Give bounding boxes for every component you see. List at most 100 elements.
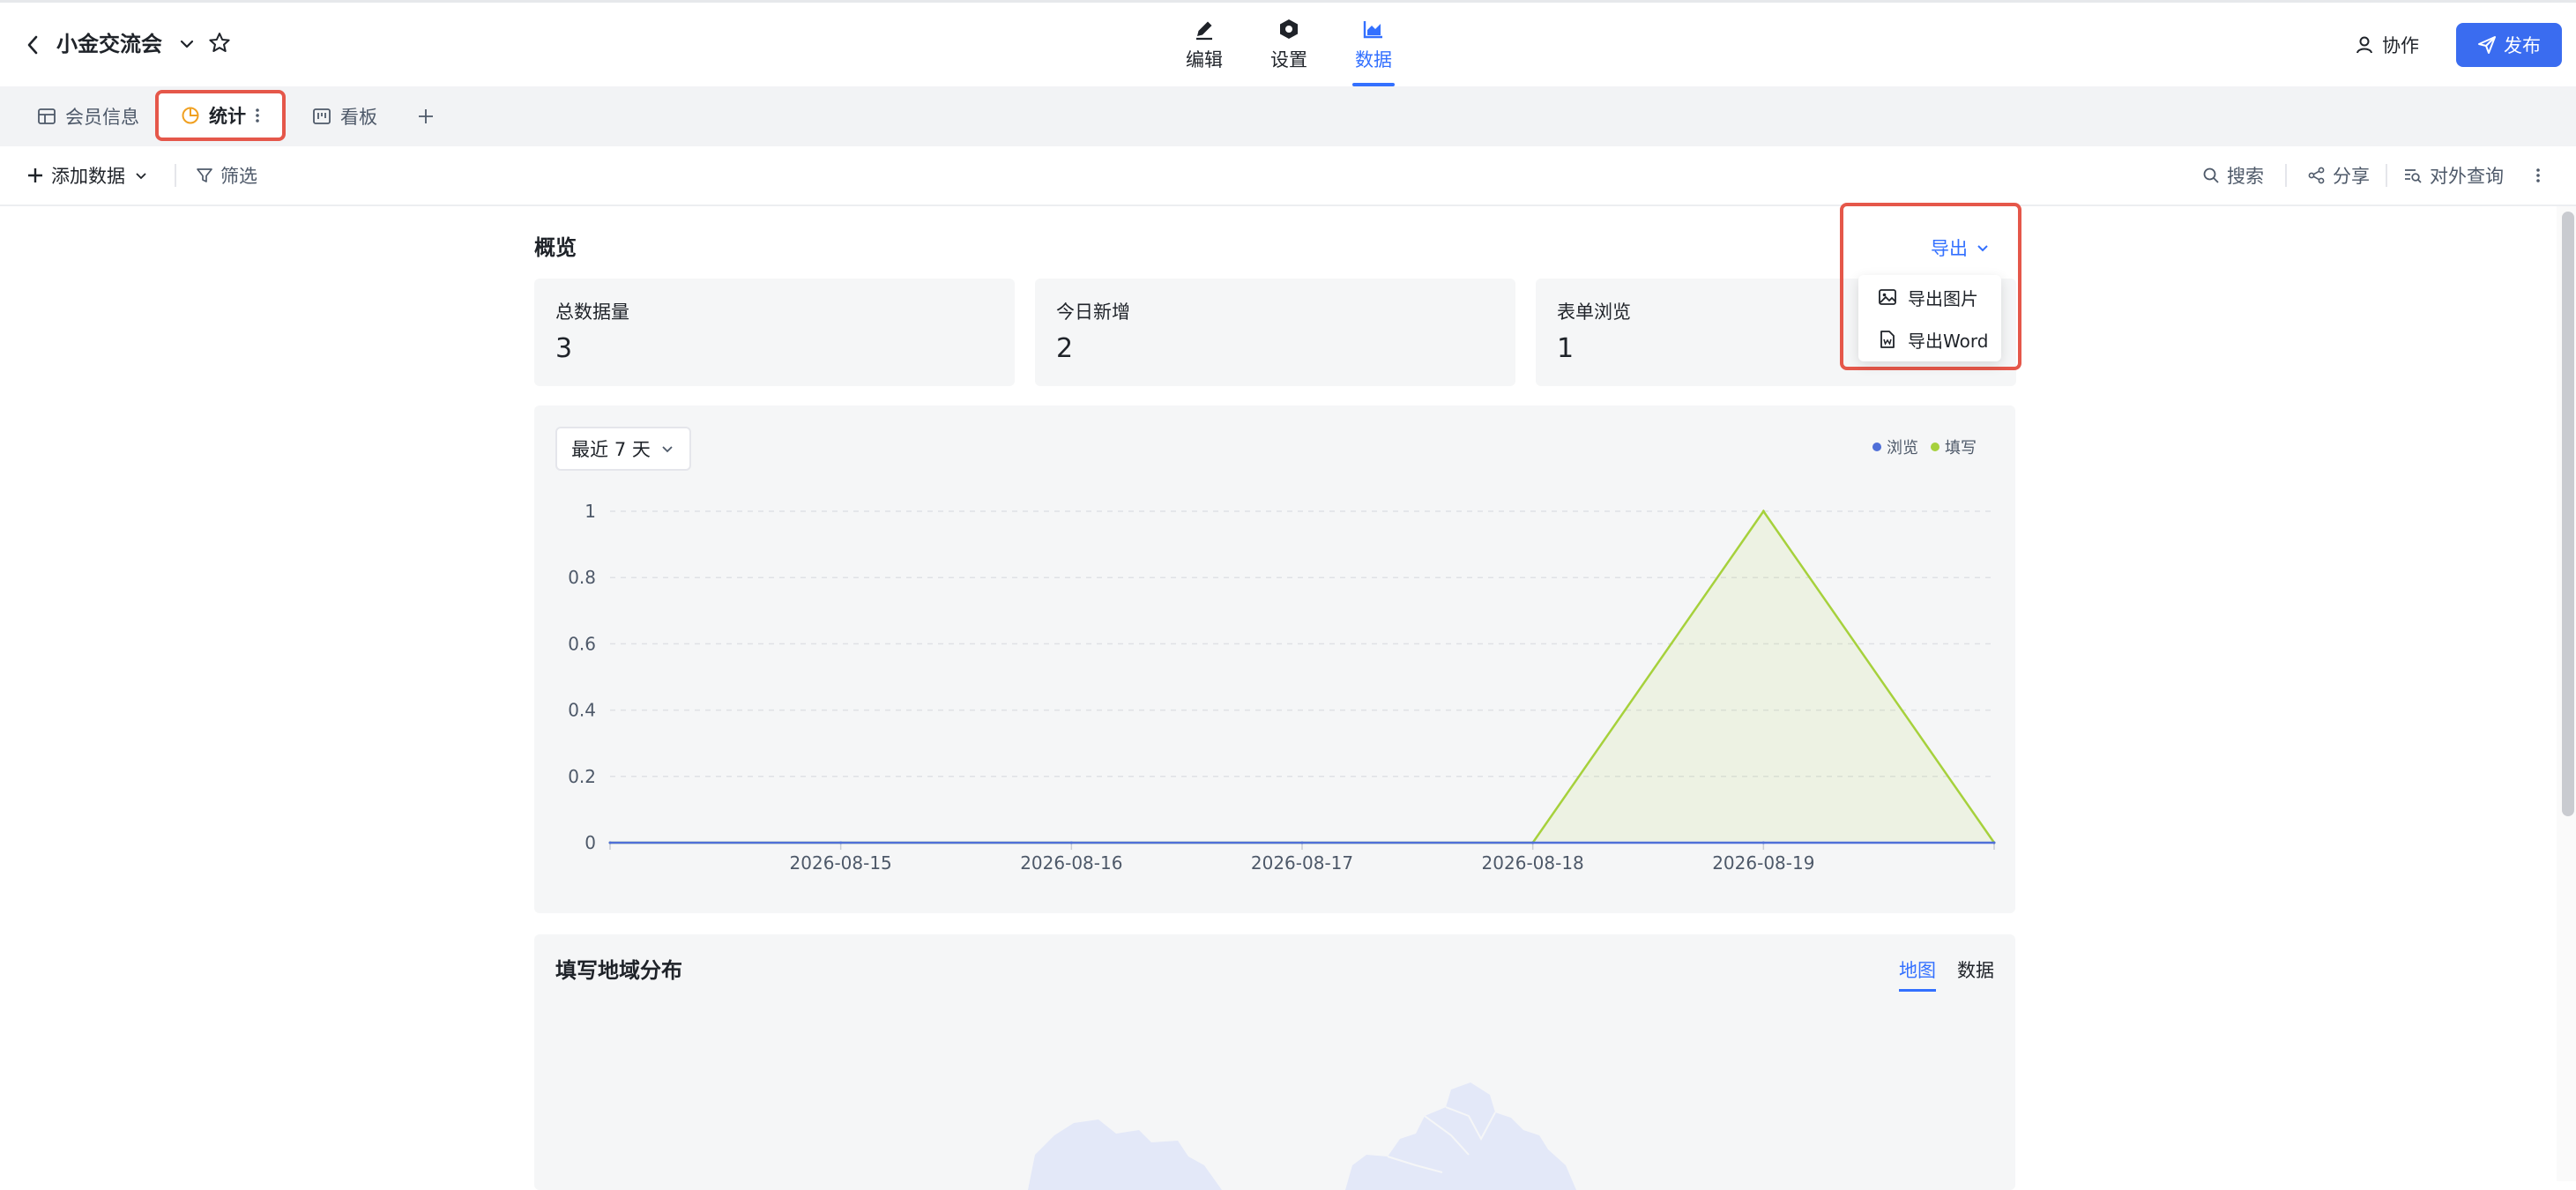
y-tick-label: 1	[584, 501, 596, 522]
export-word-item[interactable]: 导出Word	[1858, 319, 2001, 360]
chevron-down-icon	[1975, 240, 1991, 256]
x-tick-label: 2026-08-18	[1482, 852, 1584, 874]
legend-dot	[1931, 443, 1939, 451]
export-dropdown-menu: 导出图片 导出Word	[1858, 275, 2001, 361]
map-tab-data[interactable]: 数据	[1957, 956, 1994, 985]
view-tab-label: 看板	[340, 107, 377, 128]
chevron-down-icon	[659, 441, 675, 457]
title-chevron-down-icon[interactable]	[175, 32, 199, 56]
overview-title: 概览	[534, 235, 577, 260]
user-icon	[2356, 35, 2375, 55]
kanban-icon	[312, 107, 331, 126]
trend-line-chart: 0 0.2 0.4 0.6 0.8 1 2026-08-15 2026-08-16 2026-0…	[568, 501, 1996, 874]
view-tab-kanban[interactable]: 看板	[312, 86, 377, 146]
series-area	[610, 511, 1994, 843]
collaborate-label: 协作	[2382, 35, 2419, 56]
toolbar-divider	[175, 164, 176, 187]
more-vertical-icon[interactable]	[255, 107, 260, 124]
filter-icon	[196, 167, 213, 184]
chevron-down-icon	[132, 167, 150, 184]
toolbar-divider	[2285, 164, 2287, 187]
nav-tab-label: 数据	[1355, 49, 1392, 71]
export-button[interactable]: 导出	[1931, 233, 1991, 263]
hexagon-settings-icon	[1276, 16, 1302, 42]
x-tick-label: 2026-08-15	[790, 852, 892, 874]
publish-label: 发布	[2504, 35, 2541, 56]
external-query-button[interactable]: 对外查询	[2403, 146, 2504, 205]
region-distribution-title: 填写地域分布	[555, 958, 682, 983]
menu-item-label: 导出Word	[1908, 330, 1989, 352]
view-tab-statistics[interactable]: 统计	[155, 90, 286, 141]
image-icon	[1878, 287, 1897, 307]
table-icon	[37, 107, 56, 126]
plus-icon	[416, 107, 436, 126]
pencil-icon	[1191, 16, 1217, 42]
back-icon[interactable]	[19, 30, 46, 60]
scrollbar-thumb[interactable]	[2562, 212, 2574, 816]
map-tab-active-indicator	[1899, 989, 1936, 992]
form-title: 小金交流会	[56, 32, 162, 56]
area-chart-icon	[1360, 16, 1387, 42]
toolbar	[0, 146, 2576, 206]
x-tick-label: 2026-08-17	[1251, 852, 1353, 874]
y-tick-label: 0.2	[568, 766, 596, 787]
legend-dot	[1872, 443, 1881, 451]
star-icon[interactable]	[206, 30, 233, 56]
date-range-select[interactable]: 最近 7 天	[555, 427, 691, 471]
nav-tab-label: 设置	[1270, 49, 1307, 71]
view-tab-label: 统计	[209, 106, 246, 127]
view-tab-bar	[0, 86, 2576, 146]
data-point	[1761, 841, 1765, 844]
data-point	[1761, 509, 1765, 513]
data-point	[839, 841, 843, 844]
stat-label: 今日新增	[1056, 301, 1130, 323]
menu-item-label: 导出图片	[1908, 287, 1978, 309]
legend-item-fills[interactable]: 填写	[1931, 435, 1977, 458]
query-list-icon	[2403, 167, 2423, 184]
data-point	[1300, 841, 1304, 844]
y-tick-label: 0.8	[568, 567, 596, 588]
stat-value: 3	[555, 333, 573, 364]
stat-card-today-new: 今日新增 2	[1035, 279, 1515, 386]
stat-card-total: 总数据量 3	[534, 279, 1015, 386]
publish-button[interactable]: 发布	[2456, 23, 2562, 67]
map-tab-map[interactable]: 地图	[1899, 956, 1936, 985]
search-label: 搜索	[2227, 166, 2264, 187]
stat-label: 总数据量	[555, 301, 629, 323]
nav-tab-label: 编辑	[1186, 49, 1223, 71]
view-tab-label: 会员信息	[65, 107, 139, 128]
data-point	[1992, 841, 1996, 844]
nav-tab-edit[interactable]: 编辑	[1169, 16, 1240, 86]
export-image-item[interactable]: 导出图片	[1858, 277, 2001, 317]
china-map-shape[interactable]	[534, 934, 2015, 1190]
add-view-button[interactable]	[416, 86, 436, 146]
legend-label: 填写	[1945, 439, 1977, 457]
export-label: 导出	[1931, 238, 1968, 259]
share-button[interactable]: 分享	[2308, 146, 2370, 205]
toolbar-divider	[2386, 164, 2387, 187]
nav-tab-data[interactable]: 数据	[1338, 16, 1409, 86]
x-tick-label: 2026-08-19	[1712, 852, 1814, 874]
data-point	[1069, 841, 1073, 844]
y-tick-label: 0	[584, 832, 596, 853]
search-icon	[2202, 167, 2220, 184]
add-data-button[interactable]: 添加数据	[26, 146, 150, 205]
nav-tab-settings[interactable]: 设置	[1254, 16, 1324, 86]
legend-item-views[interactable]: 浏览	[1872, 435, 1918, 458]
share-icon	[2308, 167, 2326, 184]
date-range-value: 最近 7 天	[571, 439, 651, 460]
legend-label: 浏览	[1887, 439, 1918, 457]
data-point	[608, 841, 612, 844]
collaborate-button[interactable]: 协作	[2356, 28, 2419, 62]
search-button[interactable]: 搜索	[2202, 146, 2264, 205]
send-icon	[2477, 35, 2497, 55]
x-tick-label: 2026-08-16	[1020, 852, 1122, 874]
stat-value: 1	[1557, 333, 1575, 364]
filter-label: 筛选	[220, 166, 257, 187]
filter-button[interactable]: 筛选	[196, 146, 257, 205]
share-label: 分享	[2333, 166, 2370, 187]
chart-legend: 浏览 填写	[1872, 435, 1977, 458]
region-map-card	[534, 934, 2015, 1190]
view-tab-member-info[interactable]: 会员信息	[37, 86, 139, 146]
more-options-icon[interactable]	[2535, 146, 2541, 205]
